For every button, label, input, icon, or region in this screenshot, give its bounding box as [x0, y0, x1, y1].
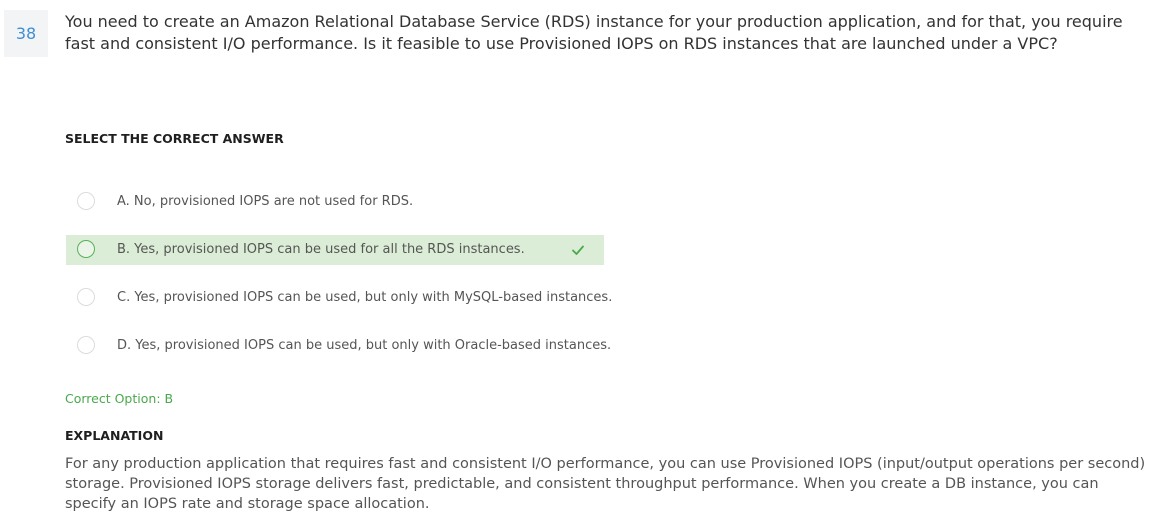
question-number: 38	[4, 10, 48, 57]
answer-option-b-label: B. Yes, provisioned IOPS can be used for…	[117, 242, 525, 257]
answer-option-d-label: D. Yes, provisioned IOPS can be used, bu…	[117, 338, 612, 353]
radio-button-a[interactable]	[77, 192, 95, 210]
answer-option-a-label: A. No, provisioned IOPS are not used for…	[117, 194, 414, 209]
answer-option-c[interactable]: C. Yes, provisioned IOPS can be used, bu…	[66, 283, 666, 313]
answer-option-a[interactable]: A. No, provisioned IOPS are not used for…	[66, 187, 606, 217]
checkmark-icon	[572, 245, 584, 255]
quiz-page: 38 You need to create an Amazon Relation…	[0, 0, 1158, 528]
explanation-text: For any production application that requ…	[65, 456, 1146, 512]
answer-option-d[interactable]: D. Yes, provisioned IOPS can be used, bu…	[66, 331, 666, 361]
explanation-heading: EXPLANATION	[65, 428, 164, 443]
answer-option-b[interactable]: B. Yes, provisioned IOPS can be used for…	[66, 235, 604, 265]
answer-option-c-label: C. Yes, provisioned IOPS can be used, bu…	[117, 290, 613, 305]
question-text: You need to create an Amazon Relational …	[65, 12, 1123, 53]
radio-button-d[interactable]	[77, 336, 95, 354]
radio-button-b[interactable]	[77, 240, 95, 258]
correct-option-text: Correct Option: B	[65, 391, 174, 406]
radio-button-c[interactable]	[77, 288, 95, 306]
select-answer-heading: SELECT THE CORRECT ANSWER	[65, 131, 284, 146]
